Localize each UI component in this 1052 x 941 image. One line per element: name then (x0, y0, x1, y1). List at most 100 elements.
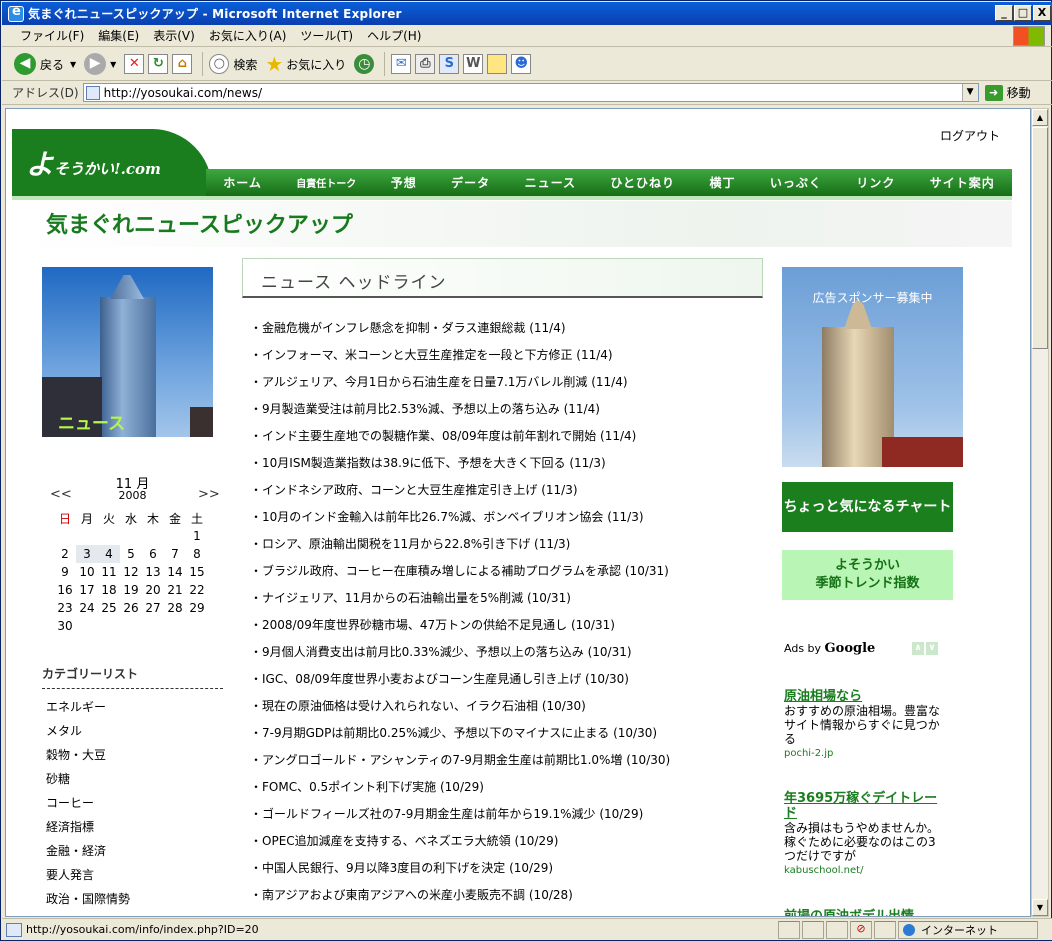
home-icon[interactable]: ⌂ (172, 54, 193, 74)
scroll-up-icon[interactable]: ▲ (1032, 109, 1048, 126)
news-building-image[interactable]: ニュース (42, 267, 213, 437)
menu-tools[interactable]: ツール(T) (300, 27, 353, 44)
calendar-day (54, 527, 76, 545)
category-item[interactable]: エネルギー (42, 695, 223, 719)
calendar-prev-button[interactable]: << (50, 487, 72, 502)
address-url[interactable]: http://yosoukai.com/news/ (104, 86, 262, 100)
address-input[interactable]: http://yosoukai.com/news/ ▼ (82, 83, 979, 102)
news-item-link[interactable]: 10月のインド金輸入は前年比26.7%減、ボンベイブリオン協会 (11/3) (250, 504, 770, 531)
nav-forecast[interactable]: 予想 (391, 174, 417, 191)
back-button[interactable]: ◀ 戻る ▼ (14, 53, 76, 75)
ad-title-link[interactable]: 前場の原油ボデル出情 (784, 909, 944, 916)
news-item-link[interactable]: インドネシア政府、コーンと大豆生産推定引き上げ (11/3) (250, 477, 770, 504)
title-bar[interactable]: 気まぐれニュースピックアップ - Microsoft Internet Expl… (2, 2, 1052, 25)
menu-favorites[interactable]: お気に入り(A) (209, 27, 287, 44)
menu-help[interactable]: ヘルプ(H) (367, 27, 421, 44)
calendar-day-link[interactable]: 4 (98, 545, 120, 563)
logout-link[interactable]: ログアウト (940, 127, 1000, 144)
nav-hitohineri[interactable]: ひとひねり (610, 174, 675, 191)
vertical-scrollbar[interactable]: ▲ ▼ (1031, 108, 1049, 917)
calendar-day (98, 527, 120, 545)
menu-edit[interactable]: 編集(E) (98, 27, 139, 44)
news-item-link[interactable]: 金融危機がインフレ懸念を抑制・ダラス連銀総裁 (11/4) (250, 315, 770, 342)
news-item-link[interactable]: ブラジル政府、コーヒー在庫積み増しによる補助プログラムを承認 (10/31) (250, 558, 770, 585)
popup-blocked-icon[interactable]: ⊘ (850, 920, 872, 939)
news-item-link[interactable]: 2008/09年度世界砂糖市場、47万トンの供給不足見通し (10/31) (250, 612, 770, 639)
trend-banner-button[interactable]: よそうかい 季節トレンド指数 (782, 550, 953, 600)
note-icon[interactable] (487, 54, 508, 74)
news-item-link[interactable]: 中国人民銀行、9月以降3度目の利下げを決定 (10/29) (250, 855, 770, 882)
sponsor-ad-image[interactable]: 広告スポンサー募集中 (782, 267, 963, 467)
ad-title-link[interactable]: 原油相場なら (784, 689, 944, 704)
users-icon[interactable]: ☻ (511, 54, 532, 74)
ad-next-icon[interactable]: ∨ (926, 642, 938, 655)
print-icon[interactable]: ⎙ (415, 54, 436, 74)
news-item-link[interactable]: 南アジアおよび東南アジアへの米産小麦販売不調 (10/28) (250, 882, 770, 909)
category-item[interactable]: 経済指標 (42, 815, 223, 839)
minimize-button[interactable]: _ (995, 5, 1013, 21)
favorites-button[interactable]: ★ お気に入り (265, 52, 346, 76)
stop-icon[interactable]: ✕ (124, 54, 145, 74)
category-item[interactable]: メタル (42, 719, 223, 743)
news-item-link[interactable]: IGC、08/09年度世界小麦およびコーン生産見通し引き上げ (10/30) (250, 666, 770, 693)
chart-banner-button[interactable]: ちょっと気になるチャート (782, 482, 953, 532)
nav-site-guide[interactable]: サイト案内 (930, 174, 995, 191)
category-item[interactable]: 砂糖 (42, 767, 223, 791)
maximize-button[interactable]: □ (1014, 5, 1032, 21)
category-item[interactable]: 金融・経済 (42, 839, 223, 863)
go-button[interactable]: ➜ 移動 (984, 84, 1031, 101)
news-item-link[interactable]: 7-9月期GDPは前期比0.25%減少、予想以下のマイナスに止まる (10/30… (250, 720, 770, 747)
news-item-link[interactable]: アングロゴールド・アシャンティの7-9月期金生産は前期比1.0%増 (10/30… (250, 747, 770, 774)
forward-dropdown-icon[interactable]: ▼ (110, 60, 116, 69)
category-item[interactable]: 要人発言 (42, 863, 223, 887)
nav-home[interactable]: ホーム (223, 174, 262, 191)
close-button[interactable]: X (1033, 5, 1051, 21)
nav-ippuku[interactable]: いっぷく (770, 174, 822, 191)
news-item-link[interactable]: ゴールドフィールズ社の7-9月期金生産は前年から19.1%減少 (10/29) (250, 801, 770, 828)
menu-view[interactable]: 表示(V) (153, 27, 195, 44)
back-dropdown-icon[interactable]: ▼ (70, 60, 76, 69)
category-item[interactable]: 政治・国際情勢 (42, 887, 223, 911)
ads-by-google[interactable]: Ads by Google (784, 641, 875, 656)
nav-underline (12, 196, 1012, 200)
news-item-link[interactable]: ナイジェリア、11月からの石油輸出量を5%削減 (10/31) (250, 585, 770, 612)
history-icon[interactable]: ◷ (354, 54, 375, 74)
refresh-icon[interactable]: ↻ (148, 54, 169, 74)
address-dropdown-icon[interactable]: ▼ (961, 84, 978, 101)
news-item-link[interactable]: 10月ISM製造業指数は38.9に低下、予想を大きく下回る (11/3) (250, 450, 770, 477)
ad-prev-icon[interactable]: ∧ (912, 642, 924, 655)
category-item[interactable]: 穀物・大豆 (42, 743, 223, 767)
calendar-day (120, 617, 142, 635)
news-item-link[interactable]: OPEC追加減産を支持する、ベネズエラ大統領 (10/29) (250, 828, 770, 855)
ad-url-link[interactable]: pochi-2.jp (784, 748, 944, 759)
news-item-link[interactable]: FOMC、0.5ポイント利下げ実施 (10/29) (250, 774, 770, 801)
forward-button[interactable]: ▶ ▼ (84, 53, 116, 75)
news-item-link[interactable]: ロシア、原油輸出関税を11月から22.8%引き下げ (11/3) (250, 531, 770, 558)
ad-url-link[interactable]: kabuschool.net/ (784, 865, 944, 876)
news-item-link[interactable]: 9月製造業受注は前月比2.53%減、予想以上の落ち込み (11/4) (250, 396, 770, 423)
news-item-link[interactable]: アルジェリア、今月1日から石油生産を日量7.1万バレル削減 (11/4) (250, 369, 770, 396)
nav-links[interactable]: リンク (856, 174, 895, 191)
nav-yokocho[interactable]: 横丁 (709, 174, 735, 191)
menu-file[interactable]: ファイル(F) (20, 27, 84, 44)
security-zone[interactable]: インターネット (898, 920, 1038, 939)
nav-data[interactable]: データ (451, 174, 490, 191)
nav-news[interactable]: ニュース (525, 174, 576, 191)
category-item[interactable]: コーヒー (42, 791, 223, 815)
calendar-next-button[interactable]: >> (198, 487, 220, 502)
news-item-link[interactable]: インフォーマ、米コーンと大豆生産推定を一段と下方修正 (11/4) (250, 342, 770, 369)
news-item-link[interactable]: 現在の原油価格は受け入れられない、イラク石油相 (10/30) (250, 693, 770, 720)
scroll-down-icon[interactable]: ▼ (1032, 899, 1048, 916)
news-item-link[interactable]: 9月個人消費支出は前月比0.33%減少、予想以上の落ち込み (10/31) (250, 639, 770, 666)
ad-title-link[interactable]: 年3695万稼ぐデイトレード (784, 791, 944, 821)
search-button[interactable]: ○ 検索 (209, 54, 257, 74)
site-logo[interactable]: よそうかい!.com (26, 143, 161, 183)
calendar-day-link[interactable]: 3 (76, 545, 98, 563)
category-list: カテゴリーリスト エネルギー メタル 穀物・大豆 砂糖 コーヒー 経済指標 金融… (42, 665, 223, 911)
mail-icon[interactable]: ✉ (391, 54, 412, 74)
edit-word-icon[interactable]: W (463, 54, 484, 74)
messenger-icon[interactable]: S (439, 54, 460, 74)
news-item-link[interactable]: インド主要生産地での製糖作業、08/09年度は前年割れで開始 (11/4) (250, 423, 770, 450)
nav-talk[interactable]: 自責任トーク (296, 175, 356, 190)
scroll-thumb[interactable] (1032, 127, 1048, 349)
